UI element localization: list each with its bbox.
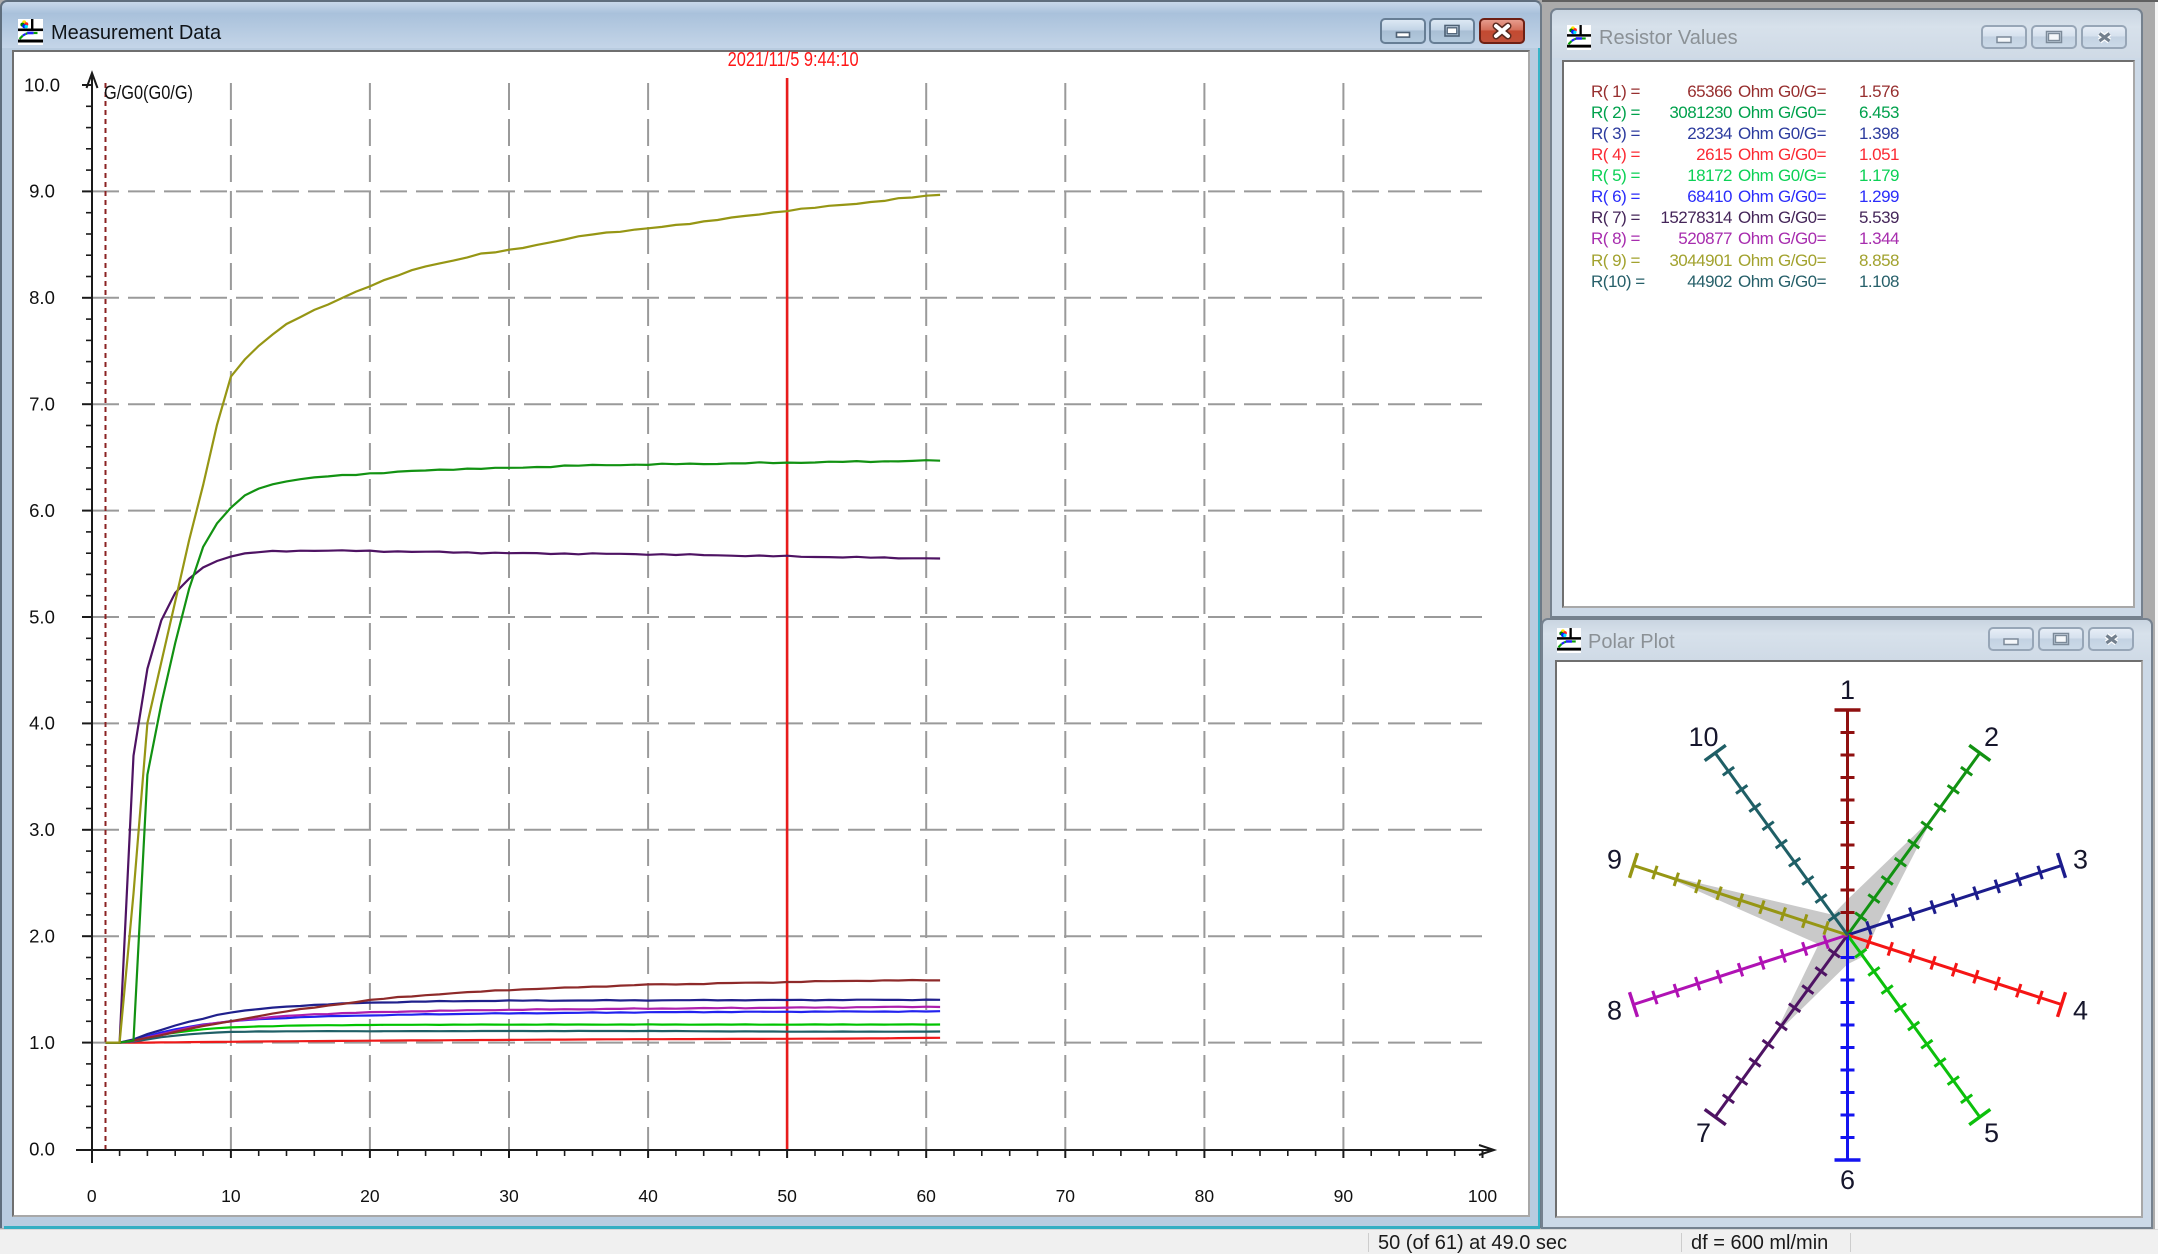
svg-text:3.0: 3.0 [29,819,55,840]
svg-text:1.0: 1.0 [29,1032,55,1053]
svg-text:60: 60 [916,1186,936,1206]
svg-text:90: 90 [1334,1186,1354,1206]
svg-text:0.0: 0.0 [29,1138,55,1159]
svg-text:7.0: 7.0 [29,394,55,415]
svg-text:5: 5 [1984,1118,1999,1148]
svg-text:4: 4 [2073,996,2088,1026]
svg-text:6: 6 [1840,1165,1855,1195]
svg-text:50: 50 [777,1186,797,1206]
svg-text:5.0: 5.0 [29,606,55,627]
svg-text:7: 7 [1696,1118,1711,1148]
svg-text:100: 100 [1468,1186,1497,1206]
svg-text:2: 2 [1984,722,1999,752]
svg-text:2021/11/5 9:44:10: 2021/11/5 9:44:10 [728,49,859,71]
svg-text:0: 0 [87,1186,97,1206]
svg-text:10: 10 [221,1186,241,1206]
svg-text:70: 70 [1056,1186,1076,1206]
svg-text:40: 40 [638,1186,658,1206]
svg-text:20: 20 [360,1186,380,1206]
svg-text:9: 9 [1607,844,1622,874]
svg-text:6.0: 6.0 [29,500,55,521]
svg-text:10: 10 [1688,722,1718,752]
svg-text:2.0: 2.0 [29,926,55,947]
svg-text:4.0: 4.0 [29,713,55,734]
svg-text:80: 80 [1195,1186,1215,1206]
svg-text:30: 30 [499,1186,519,1206]
svg-text:1: 1 [1840,675,1855,705]
svg-text:3: 3 [2073,844,2088,874]
svg-text:8: 8 [1607,996,1622,1026]
